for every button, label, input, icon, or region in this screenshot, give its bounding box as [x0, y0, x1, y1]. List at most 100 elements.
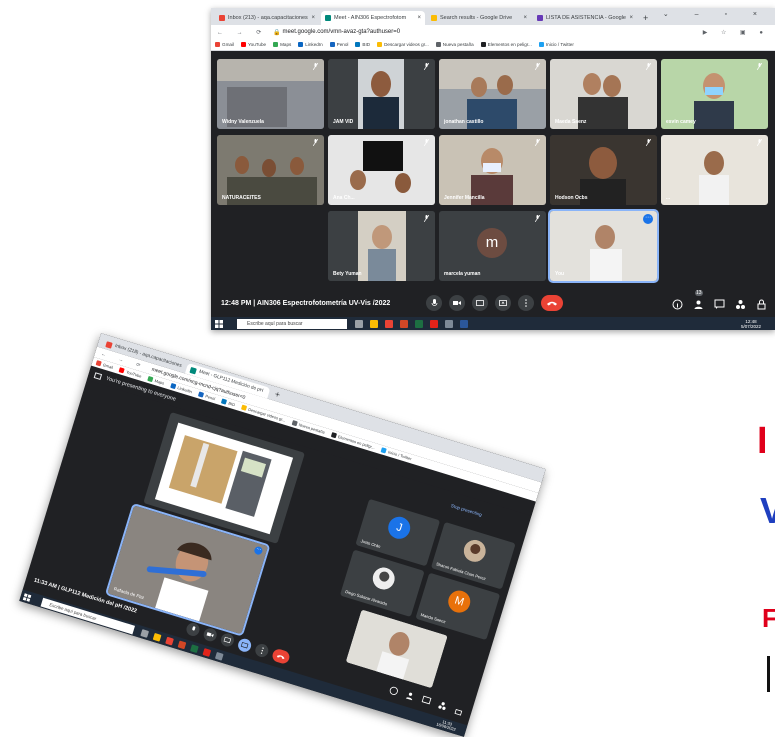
participant-name: Maeda Saenz: [420, 612, 447, 625]
info-icon[interactable]: [388, 685, 399, 696]
system-clock: 12:48 5/07/2022: [741, 319, 761, 329]
tab-attendance[interactable]: LISTA DE ASISTENCIA - Google ×: [533, 11, 637, 25]
new-tab-button[interactable]: +: [273, 387, 282, 402]
tab-inbox[interactable]: Inbox (213) - aqa.capacitaciones ×: [215, 11, 319, 25]
bookmark-gmail[interactable]: Gmail: [215, 42, 234, 47]
self-tile[interactable]: ⋯ You: [548, 209, 659, 283]
present-icon: [240, 641, 249, 649]
activities-icon[interactable]: [735, 297, 746, 309]
windows-start-icon[interactable]: [22, 592, 32, 602]
mic-off-icon: [757, 63, 762, 70]
info-icon[interactable]: [672, 297, 683, 310]
participant-tile[interactable]: ...: [661, 135, 768, 205]
acrobat-icon[interactable]: [430, 319, 438, 328]
close-icon[interactable]: ×: [629, 15, 633, 21]
participant-name: Hodson Ocbs: [555, 195, 588, 201]
participant-tile[interactable]: esvin camey: [661, 59, 768, 129]
camera-button[interactable]: [202, 626, 219, 643]
participant-tile[interactable]: NATURACEITES: [217, 135, 324, 205]
nav-buttons[interactable]: ← → ⟳: [217, 29, 267, 36]
leave-call-button[interactable]: [541, 295, 563, 311]
tab-label: LISTA DE ASISTENCIA - Google: [546, 15, 626, 21]
participant-tile[interactable]: Bety Yuman: [328, 211, 435, 281]
mic-button[interactable]: [184, 621, 202, 638]
camera-button[interactable]: [449, 295, 465, 311]
participant-tile[interactable]: Maeda Saenz: [550, 59, 657, 129]
tab-drive[interactable]: Search results - Google Drive ×: [427, 11, 531, 25]
bookmark-bid[interactable]: BID: [355, 42, 370, 47]
chrome-icon[interactable]: [165, 636, 175, 646]
mic-button[interactable]: [426, 295, 442, 311]
tab-meet[interactable]: Meet - AIN306 Espectrofotom ×: [321, 11, 425, 25]
powerpoint-icon[interactable]: [177, 640, 187, 649]
globe-icon: [291, 420, 298, 427]
stop-presenting-button[interactable]: Stop presenting: [450, 503, 482, 517]
participant-tile[interactable]: Jennifer Mancilla: [439, 135, 546, 205]
participant-name: JAM VID: [333, 119, 354, 125]
bookmark-linkedin[interactable]: LinkedIn: [298, 42, 323, 47]
word-icon[interactable]: [460, 319, 468, 328]
bookmark-maps[interactable]: Maps: [273, 42, 291, 47]
bookmark-nueva[interactable]: Nueva pestaña: [435, 42, 474, 47]
participant-tile[interactable]: jonathan castillo: [439, 59, 546, 129]
download-icon: [377, 42, 383, 47]
task-view-icon[interactable]: [140, 628, 150, 638]
participant-tile[interactable]: m marcela yuman: [439, 211, 546, 281]
leave-call-button[interactable]: [270, 647, 291, 666]
participant-tile[interactable]: JAM VID: [328, 59, 435, 129]
people-icon[interactable]: 13: [693, 290, 704, 309]
side-panel-controls: 13: [662, 290, 767, 310]
powerpoint-icon[interactable]: [400, 319, 408, 328]
chat-icon[interactable]: [421, 695, 432, 706]
lock-icon: 🔒: [273, 29, 283, 36]
file-explorer-icon[interactable]: [152, 632, 162, 642]
windows-taskbar: Escribe aquí para buscar 12:48 5/07/2022: [211, 317, 775, 330]
bookmark-elementos[interactable]: Elementos en peligr...: [480, 42, 532, 47]
acrobat-icon[interactable]: [202, 647, 212, 657]
more-button[interactable]: [253, 642, 270, 659]
bid-icon: [355, 42, 361, 47]
excel-icon[interactable]: [190, 643, 199, 653]
captions-icon: [223, 636, 232, 644]
close-icon[interactable]: ×: [523, 15, 527, 21]
participant-tile[interactable]: Hodson Ocbs: [550, 135, 657, 205]
bookmark-penol[interactable]: Penol: [329, 42, 348, 47]
close-icon[interactable]: ×: [311, 15, 315, 21]
taskbar-search[interactable]: Escribe aquí para buscar: [237, 318, 347, 329]
mic-off-icon: [535, 215, 540, 222]
taskbar-apps: [355, 319, 475, 328]
slide-text-fragment-red-small: F: [762, 603, 775, 633]
more-options-icon[interactable]: ⋯: [643, 214, 653, 224]
tab-label: Meet - AIN306 Espectrofotom: [334, 15, 407, 21]
activities-icon[interactable]: [437, 700, 448, 711]
chrome-icon[interactable]: [385, 319, 393, 328]
bookmark-twitter[interactable]: Inicio / Twitter: [538, 42, 574, 47]
bookmark-descargar[interactable]: Descargar videos gr...: [377, 42, 429, 47]
participant-tile[interactable]: Widny Valenzuela: [217, 59, 324, 129]
file-explorer-icon[interactable]: [370, 319, 378, 328]
present-button[interactable]: [495, 295, 511, 311]
bookmark-youtube[interactable]: YouTube: [241, 42, 266, 47]
chat-icon[interactable]: [714, 297, 725, 309]
clock-date: 5/07/2022: [740, 323, 761, 329]
captions-button[interactable]: [219, 631, 236, 649]
new-tab-button[interactable]: +: [643, 11, 648, 25]
host-controls-icon[interactable]: [756, 297, 767, 310]
captions-button[interactable]: [472, 295, 488, 311]
task-view-icon[interactable]: [355, 319, 363, 328]
end-call-icon: [277, 654, 285, 659]
settings-icon[interactable]: [445, 319, 453, 328]
close-icon[interactable]: ×: [417, 15, 421, 21]
excel-icon[interactable]: [415, 319, 423, 328]
mic-off-icon: [424, 139, 429, 146]
participant-tile[interactable]: Ana Ch...: [328, 135, 435, 205]
url-field[interactable]: meet.google.com/vmn-avaz-gta?authuser=0: [283, 29, 401, 35]
avatar: M: [445, 587, 473, 616]
host-controls-icon[interactable]: [453, 705, 464, 716]
toolbar-icons[interactable]: ▶ ☆ ▣ ●: [703, 29, 769, 36]
windows-start-icon[interactable]: [215, 319, 223, 328]
window-controls[interactable]: ⌄ – ▫ ×: [663, 10, 769, 18]
present-button[interactable]: [236, 637, 253, 654]
more-button[interactable]: [518, 295, 534, 311]
settings-icon[interactable]: [215, 651, 224, 661]
